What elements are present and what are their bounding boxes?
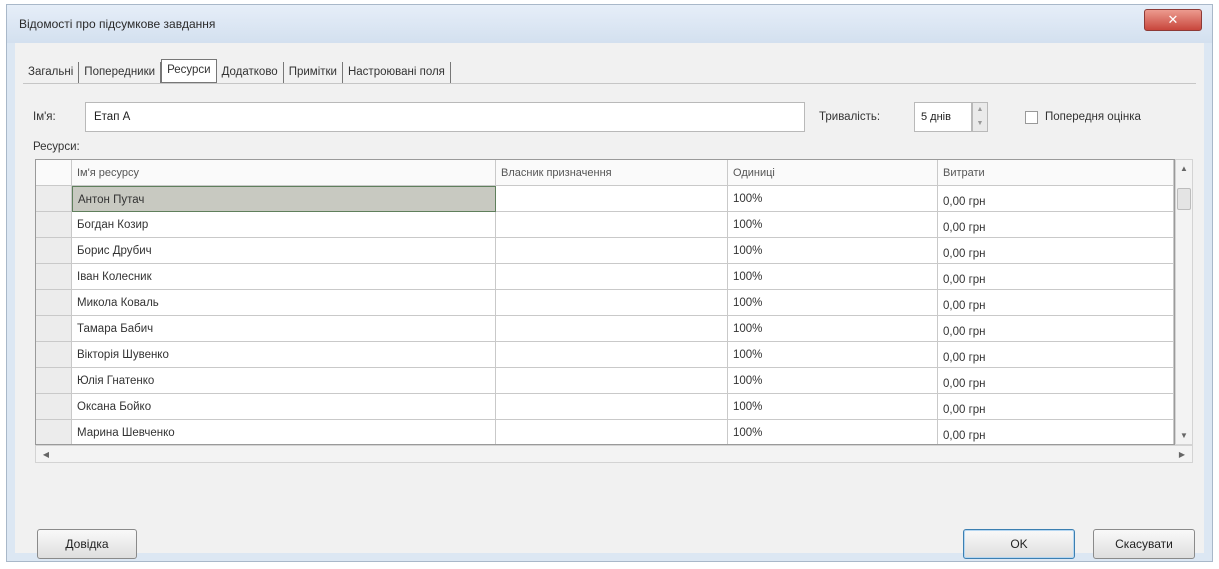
- units-cell[interactable]: 100%: [728, 368, 938, 394]
- owner-cell[interactable]: [496, 342, 728, 368]
- row-selector[interactable]: [36, 212, 72, 238]
- resource-name-cell[interactable]: Вікторія Шувенко: [72, 342, 496, 368]
- name-label: Ім'я:: [33, 111, 56, 123]
- dialog-title: Відомості про підсумкове завдання: [19, 17, 216, 31]
- resource-name-cell[interactable]: Марина Шевченко: [72, 420, 496, 444]
- dialog-body: Загальні Попередники Ресурси Додатково П…: [15, 43, 1204, 559]
- resource-name-cell[interactable]: Антон Путач: [72, 186, 496, 212]
- table-row[interactable]: Микола Коваль 100% 0,00 грн: [36, 290, 1174, 316]
- resource-name-cell[interactable]: Тамара Бабич: [72, 316, 496, 342]
- table-row[interactable]: Іван Колесник 100% 0,00 грн: [36, 264, 1174, 290]
- column-header-units[interactable]: Одиниці: [728, 160, 938, 186]
- scroll-left-icon[interactable]: ◀: [38, 450, 54, 459]
- tab-notes[interactable]: Примітки: [284, 62, 343, 83]
- close-button[interactable]: ✕: [1144, 9, 1202, 31]
- resources-grid: Ім'я ресурсу Власник призначення Одиниці…: [35, 159, 1175, 445]
- units-cell[interactable]: 100%: [728, 212, 938, 238]
- table-header-row: Ім'я ресурсу Власник призначення Одиниці…: [36, 160, 1174, 186]
- column-header-resource-name[interactable]: Ім'я ресурсу: [72, 160, 496, 186]
- table-row[interactable]: Юлія Гнатенко 100% 0,00 грн: [36, 368, 1174, 394]
- scroll-down-icon[interactable]: ▼: [1176, 431, 1192, 440]
- duration-field[interactable]: 5 днів: [914, 102, 972, 132]
- row-selector[interactable]: [36, 394, 72, 420]
- row-selector[interactable]: [36, 238, 72, 264]
- resource-name-cell[interactable]: Богдан Козир: [72, 212, 496, 238]
- cost-cell[interactable]: 0,00 грн: [938, 290, 1174, 316]
- horizontal-scrollbar[interactable]: ◀ ▶: [35, 445, 1193, 463]
- resource-name-cell[interactable]: Юлія Гнатенко: [72, 368, 496, 394]
- spin-down-icon[interactable]: ▼: [973, 117, 987, 131]
- units-cell[interactable]: 100%: [728, 238, 938, 264]
- row-selector[interactable]: [36, 368, 72, 394]
- owner-cell[interactable]: [496, 186, 728, 212]
- cost-cell[interactable]: 0,00 грн: [938, 212, 1174, 238]
- resource-name-cell[interactable]: Микола Коваль: [72, 290, 496, 316]
- vertical-scrollbar[interactable]: ▲ ▼: [1175, 159, 1193, 445]
- owner-cell[interactable]: [496, 290, 728, 316]
- cost-cell[interactable]: 0,00 грн: [938, 264, 1174, 290]
- owner-cell[interactable]: [496, 212, 728, 238]
- tab-advanced[interactable]: Додатково: [217, 62, 284, 83]
- row-selector[interactable]: [36, 316, 72, 342]
- units-cell[interactable]: 100%: [728, 264, 938, 290]
- table-row[interactable]: Вікторія Шувенко 100% 0,00 грн: [36, 342, 1174, 368]
- units-cell[interactable]: 100%: [728, 342, 938, 368]
- owner-cell[interactable]: [496, 420, 728, 444]
- tab-predecessors[interactable]: Попередники: [79, 62, 162, 83]
- tab-strip: Загальні Попередники Ресурси Додатково П…: [23, 59, 451, 83]
- cost-cell[interactable]: 0,00 грн: [938, 238, 1174, 264]
- owner-cell[interactable]: [496, 394, 728, 420]
- table-row[interactable]: Оксана Бойко 100% 0,00 грн: [36, 394, 1174, 420]
- cost-cell[interactable]: 0,00 грн: [938, 394, 1174, 420]
- units-cell[interactable]: 100%: [728, 420, 938, 444]
- task-info-dialog: Відомості про підсумкове завдання ✕ Зага…: [6, 4, 1213, 562]
- corner-cell[interactable]: [36, 160, 72, 186]
- cost-cell[interactable]: 0,00 грн: [938, 342, 1174, 368]
- column-header-assignment-owner[interactable]: Власник призначення: [496, 160, 728, 186]
- title-bar: Відомості про підсумкове завдання ✕: [7, 5, 1212, 43]
- tab-general[interactable]: Загальні: [23, 62, 80, 83]
- table-row[interactable]: Борис Друбич 100% 0,00 грн: [36, 238, 1174, 264]
- units-cell[interactable]: 100%: [728, 316, 938, 342]
- scroll-up-icon[interactable]: ▲: [1176, 164, 1192, 173]
- row-selector[interactable]: [36, 420, 72, 444]
- row-selector[interactable]: [36, 290, 72, 316]
- cost-cell[interactable]: 0,00 грн: [938, 420, 1174, 444]
- owner-cell[interactable]: [496, 316, 728, 342]
- row-selector[interactable]: [36, 264, 72, 290]
- cost-cell[interactable]: 0,00 грн: [938, 316, 1174, 342]
- resource-name-cell[interactable]: Борис Друбич: [72, 238, 496, 264]
- owner-cell[interactable]: [496, 264, 728, 290]
- owner-cell[interactable]: [496, 238, 728, 264]
- help-button[interactable]: Довідка: [37, 529, 137, 559]
- duration-label: Тривалість:: [819, 111, 881, 123]
- ok-button[interactable]: OK: [963, 529, 1075, 559]
- table-row[interactable]: Антон Путач 100% 0,00 грн: [36, 186, 1174, 212]
- duration-spinner[interactable]: ▲ ▼: [972, 102, 988, 132]
- scroll-right-icon[interactable]: ▶: [1174, 450, 1190, 459]
- estimate-checkbox[interactable]: [1025, 111, 1038, 124]
- units-cell[interactable]: 100%: [728, 394, 938, 420]
- scroll-thumb[interactable]: [1177, 188, 1191, 210]
- cost-cell[interactable]: 0,00 грн: [938, 186, 1174, 212]
- spin-up-icon[interactable]: ▲: [973, 103, 987, 117]
- table-row[interactable]: Тамара Бабич 100% 0,00 грн: [36, 316, 1174, 342]
- units-cell[interactable]: 100%: [728, 290, 938, 316]
- name-field[interactable]: Етап А: [85, 102, 805, 132]
- owner-cell[interactable]: [496, 368, 728, 394]
- row-selector[interactable]: [36, 342, 72, 368]
- resource-name-cell[interactable]: Іван Колесник: [72, 264, 496, 290]
- units-cell[interactable]: 100%: [728, 186, 938, 212]
- tab-resources[interactable]: Ресурси: [161, 59, 217, 83]
- cost-cell[interactable]: 0,00 грн: [938, 368, 1174, 394]
- estimate-label: Попередня оцінка: [1045, 111, 1141, 123]
- cancel-button[interactable]: Скасувати: [1093, 529, 1195, 559]
- tab-custom-fields[interactable]: Настроювані поля: [343, 62, 451, 83]
- row-selector[interactable]: [36, 186, 72, 212]
- table-row[interactable]: Марина Шевченко 100% 0,00 грн: [36, 420, 1174, 444]
- resource-name-cell[interactable]: Оксана Бойко: [72, 394, 496, 420]
- table-row[interactable]: Богдан Козир 100% 0,00 грн: [36, 212, 1174, 238]
- column-header-cost[interactable]: Витрати: [938, 160, 1174, 186]
- resources-label: Ресурси:: [33, 141, 80, 153]
